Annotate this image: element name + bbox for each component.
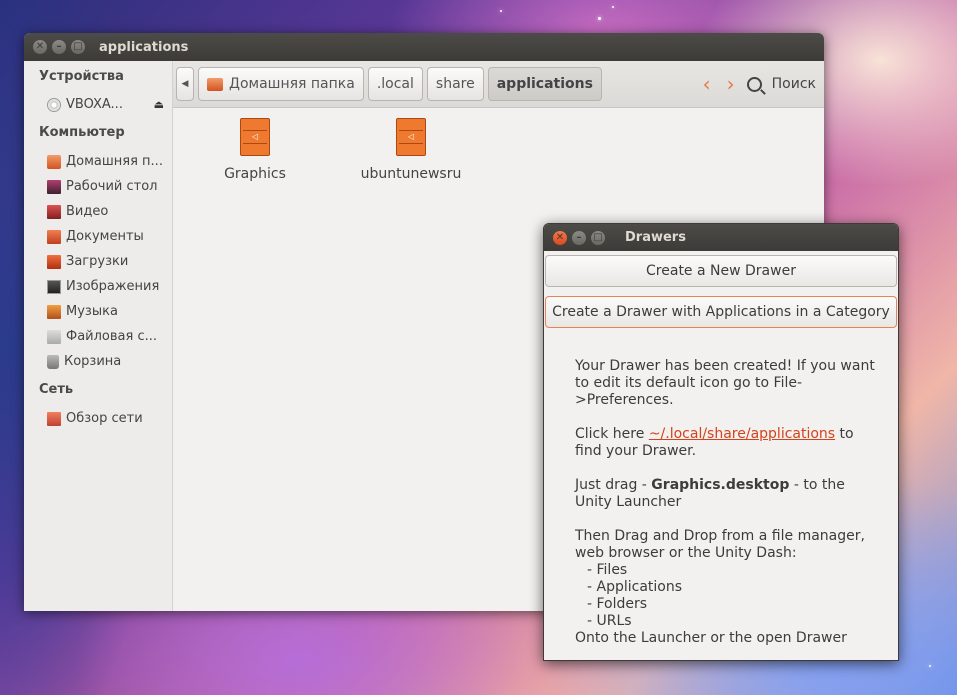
sidebar-item-label: VBOXA... xyxy=(66,97,123,112)
file-item-ubuntunewsru[interactable]: ◁ ubuntunewsru xyxy=(351,118,471,182)
desktop-file-name: Graphics.desktop xyxy=(651,477,790,493)
home-folder-icon xyxy=(207,77,223,91)
message-click-here: Click here ~/.local/share/applications t… xyxy=(575,426,875,460)
sidebar-item-pictures[interactable]: Изображения xyxy=(24,274,172,299)
dialog-message: Your Drawer has been created! If you wan… xyxy=(544,328,875,647)
breadcrumb-scroll-left[interactable]: ◀ xyxy=(176,67,194,101)
dialog-title: Drawers xyxy=(625,230,686,245)
breadcrumb-local[interactable]: .local xyxy=(367,67,423,101)
message-text: Just drag - xyxy=(575,477,652,493)
background-star xyxy=(612,6,614,8)
sidebar-item-label: Корзина xyxy=(64,354,122,369)
documents-icon xyxy=(47,229,61,244)
music-icon xyxy=(47,304,61,319)
message-drag-drop: Then Drag and Drop from a file manager, … xyxy=(575,528,865,561)
breadcrumb-share[interactable]: share xyxy=(426,67,484,101)
background-star xyxy=(500,10,502,12)
back-arrow-icon[interactable]: ‹ xyxy=(703,72,711,96)
sidebar-item-label: Загрузки xyxy=(66,254,129,269)
sidebar-item-label: Видео xyxy=(66,204,109,219)
sidebar-item-music[interactable]: Музыка xyxy=(24,299,172,324)
close-button[interactable]: ✕ xyxy=(553,230,567,245)
sidebar-item-label: Рабочий стол xyxy=(66,179,158,194)
search-icon xyxy=(746,76,762,92)
sidebar-item-network[interactable]: Обзор сети xyxy=(24,406,172,431)
pictures-icon xyxy=(47,279,61,294)
drawer-icon: ◁ xyxy=(396,118,426,156)
message-drag: Just drag - Graphics.desktop - to the Un… xyxy=(575,477,875,511)
sidebar-header-network: Сеть xyxy=(39,382,74,397)
minimize-button[interactable]: – xyxy=(572,230,586,245)
close-button[interactable]: ✕ xyxy=(33,40,47,54)
video-icon xyxy=(47,204,61,219)
minimize-button[interactable]: – xyxy=(52,40,66,54)
create-new-drawer-button[interactable]: Create a New Drawer xyxy=(545,255,897,287)
window-title: applications xyxy=(99,39,189,55)
filesystem-icon xyxy=(47,329,61,344)
message-created: Your Drawer has been created! If you wan… xyxy=(575,358,875,408)
search-button[interactable]: Поиск xyxy=(746,76,816,92)
create-category-drawer-button[interactable]: Create a Drawer with Applications in a C… xyxy=(545,296,897,328)
trash-icon xyxy=(47,354,59,369)
list-item: - URLs xyxy=(587,613,632,629)
breadcrumb-label: Домашняя папка xyxy=(229,76,355,92)
sidebar-item-downloads[interactable]: Загрузки xyxy=(24,249,172,274)
dialog-titlebar[interactable]: ✕ – □ Drawers xyxy=(544,224,898,251)
forward-arrow-icon[interactable]: › xyxy=(727,72,735,96)
drawers-dialog: ✕ – □ Drawers Create a New Drawer Create… xyxy=(543,223,899,661)
sidebar: Устройства VBOXA... ⏏ Компьютер Домашняя… xyxy=(24,61,173,611)
eject-icon[interactable]: ⏏ xyxy=(154,98,164,111)
breadcrumb-applications[interactable]: applications xyxy=(487,67,602,101)
home-folder-icon xyxy=(47,154,61,169)
list-item: - Applications xyxy=(587,579,683,595)
sidebar-item-vbox[interactable]: VBOXA... ⏏ xyxy=(24,92,172,117)
maximize-button[interactable]: □ xyxy=(71,40,85,54)
message-onto-launcher: Onto the Launcher or the open Drawer xyxy=(575,630,847,646)
sidebar-item-label: Изображения xyxy=(66,279,160,294)
toolbar: ◀ Домашняя папка .local share applicatio… xyxy=(173,61,824,108)
sidebar-item-video[interactable]: Видео xyxy=(24,199,172,224)
disc-icon xyxy=(47,97,61,112)
sidebar-header-computer: Компьютер xyxy=(39,125,125,140)
file-item-graphics[interactable]: ◁ Graphics xyxy=(195,118,315,182)
sidebar-item-label: Музыка xyxy=(66,304,118,319)
applications-folder-link[interactable]: ~/.local/share/applications xyxy=(649,426,835,442)
drawer-icon: ◁ xyxy=(240,118,270,156)
sidebar-item-filesystem[interactable]: Файловая с... xyxy=(24,324,172,349)
maximize-button[interactable]: □ xyxy=(591,230,605,245)
window-titlebar[interactable]: ✕ – □ applications xyxy=(24,33,824,61)
sidebar-item-documents[interactable]: Документы xyxy=(24,224,172,249)
file-label: Graphics xyxy=(224,166,286,182)
sidebar-item-label: Обзор сети xyxy=(66,411,143,426)
list-item: - Files xyxy=(587,562,628,578)
sidebar-item-label: Файловая с... xyxy=(66,329,157,344)
background-star xyxy=(598,17,601,20)
desktop-icon xyxy=(47,179,61,194)
background-star xyxy=(929,665,931,667)
list-item: - Folders xyxy=(587,596,648,612)
sidebar-item-label: Документы xyxy=(66,229,144,244)
breadcrumb-home[interactable]: Домашняя папка xyxy=(198,67,364,101)
sidebar-item-desktop[interactable]: Рабочий стол xyxy=(24,174,172,199)
sidebar-header-devices: Устройства xyxy=(39,69,124,84)
search-label: Поиск xyxy=(771,76,816,92)
message-text: Click here xyxy=(575,426,649,442)
sidebar-item-trash[interactable]: Корзина xyxy=(24,349,172,374)
downloads-icon xyxy=(47,254,61,269)
sidebar-item-label: Домашняя п... xyxy=(66,154,163,169)
sidebar-item-home[interactable]: Домашняя п... xyxy=(24,149,172,174)
file-label: ubuntunewsru xyxy=(360,166,462,182)
network-icon xyxy=(47,411,61,426)
